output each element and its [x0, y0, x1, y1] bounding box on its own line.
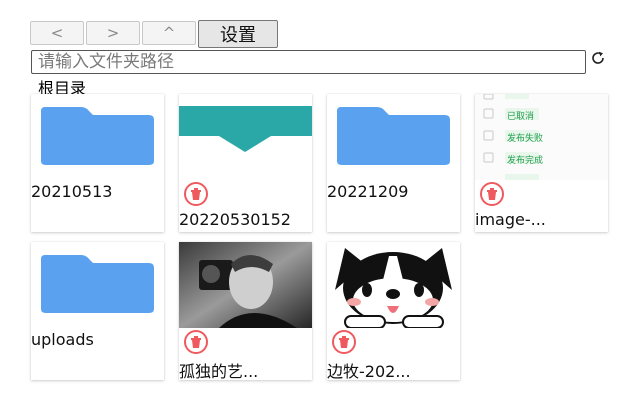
refresh-icon[interactable] — [590, 50, 606, 66]
trash-icon[interactable] — [184, 330, 208, 354]
forward-button[interactable]: > — [86, 21, 140, 45]
status-tag: 已取消 — [507, 112, 535, 122]
folder-name: 20210513 — [31, 182, 113, 201]
folder-icon — [41, 107, 154, 165]
folder-icon — [41, 255, 154, 313]
status-tag: 发布完成 — [507, 156, 544, 166]
up-button[interactable]: ^ — [142, 21, 196, 45]
file-thumbnail — [179, 94, 312, 180]
photo-thumbnail — [179, 242, 312, 328]
file-name: 孤独的艺... — [179, 362, 259, 380]
toolbar: < > ^ 设置 — [30, 20, 278, 48]
dog-cartoon-thumbnail — [327, 242, 460, 328]
file-card[interactable]: 边牧-202... — [327, 242, 460, 380]
folder-card[interactable]: uploads — [31, 242, 164, 380]
file-card[interactable]: 20220530152 — [179, 94, 312, 232]
folder-name: uploads — [31, 330, 94, 349]
back-button[interactable]: < — [30, 21, 84, 45]
file-name: 20220530152 — [179, 210, 291, 229]
folder-name: 20221209 — [327, 182, 409, 201]
file-thumbnail: 已取消 发布失败 发布完成 — [475, 94, 608, 180]
folder-icon — [337, 107, 450, 165]
trash-icon[interactable] — [184, 182, 208, 206]
folder-path-input[interactable] — [31, 50, 586, 74]
status-tag: 发布失败 — [507, 134, 544, 144]
trash-icon[interactable] — [332, 330, 356, 354]
settings-button[interactable]: 设置 — [198, 20, 278, 48]
file-name: 边牧-202... — [327, 362, 411, 380]
file-card[interactable]: 孤独的艺... — [179, 242, 312, 380]
trash-icon[interactable] — [480, 182, 504, 206]
folder-card[interactable]: 20221209 — [327, 94, 460, 232]
folder-card[interactable]: 20210513 — [31, 94, 164, 232]
file-card[interactable]: 已取消 发布失败 发布完成 image-... — [475, 94, 608, 232]
file-name: image-... — [475, 210, 546, 229]
